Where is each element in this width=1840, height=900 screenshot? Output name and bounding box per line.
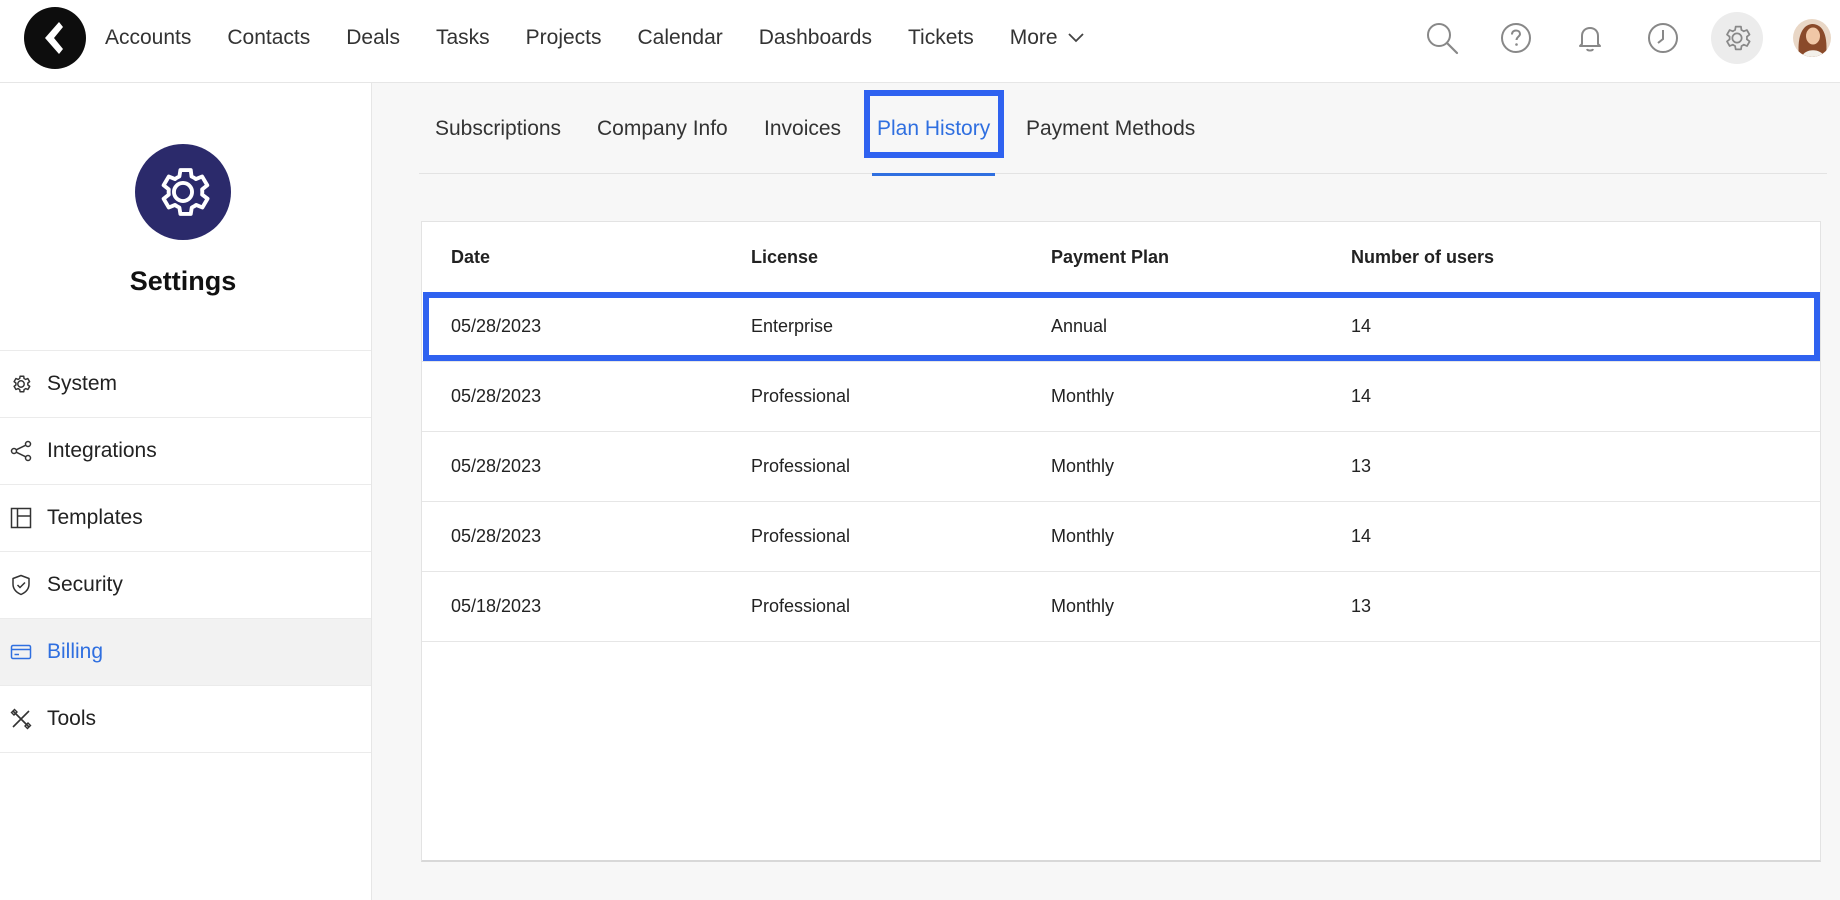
- nav-tasks[interactable]: Tasks: [436, 26, 490, 50]
- gear-icon: [161, 168, 210, 216]
- sidebar-item-label: Tools: [47, 707, 97, 730]
- page-title: Settings: [129, 266, 237, 296]
- nav-projects[interactable]: Projects: [526, 26, 602, 50]
- cell-number-of-users: 14: [1351, 316, 1372, 336]
- cell-payment-plan: Annual: [1051, 316, 1108, 336]
- cell-payment-plan: Monthly: [1051, 386, 1115, 406]
- nav-accounts[interactable]: Accounts: [105, 26, 191, 50]
- table-row[interactable]: 05/28/2023 Professional Monthly 14: [422, 502, 1820, 572]
- cell-date: 05/28/2023: [451, 456, 542, 476]
- cell-payment-plan: Monthly: [1051, 596, 1115, 616]
- main-nav: Accounts Contacts Deals Tasks Projects C…: [105, 0, 1120, 76]
- tab-payment-methods[interactable]: Payment Methods: [1026, 84, 1195, 174]
- cell-license: Enterprise: [751, 316, 834, 336]
- column-header-license[interactable]: License: [751, 247, 818, 268]
- gear-icon: [10, 373, 32, 395]
- top-navigation-bar: Accounts Contacts Deals Tasks Projects C…: [0, 0, 1840, 83]
- settings-menu: System Integrations Templates Security B…: [0, 350, 371, 753]
- tab-plan-history[interactable]: Plan History: [871, 84, 996, 176]
- column-header-payment-plan[interactable]: Payment Plan: [1051, 247, 1169, 268]
- nav-more-label: More: [1009, 26, 1058, 49]
- nav-contacts[interactable]: Contacts: [227, 26, 310, 50]
- gear-icon[interactable]: [1711, 12, 1763, 64]
- sidebar-item-billing[interactable]: Billing: [0, 619, 371, 686]
- sidebar-item-system[interactable]: System: [0, 351, 371, 418]
- sidebar-item-integrations[interactable]: Integrations: [0, 418, 371, 485]
- cell-date: 05/28/2023: [451, 386, 542, 406]
- cell-date: 05/18/2023: [451, 596, 542, 616]
- logo-mark-icon: [45, 22, 63, 54]
- column-header-number-of-users[interactable]: Number of users: [1351, 247, 1494, 268]
- cell-number-of-users: 13: [1351, 456, 1372, 476]
- plan-history-table: Date License Payment Plan Number of user…: [421, 221, 1821, 862]
- nav-deals[interactable]: Deals: [346, 26, 400, 50]
- sidebar-item-label: Integrations: [47, 439, 157, 462]
- cell-license: Professional: [751, 386, 851, 406]
- cell-license: Professional: [751, 456, 851, 476]
- nav-more[interactable]: More: [1010, 26, 1084, 50]
- billing-tabs: Subscriptions Company Info Invoices Plan…: [419, 84, 1827, 176]
- template-icon: [10, 507, 32, 529]
- app-logo[interactable]: [24, 7, 86, 69]
- cell-license: Professional: [751, 526, 851, 546]
- cell-number-of-users: 14: [1351, 526, 1372, 546]
- cell-number-of-users: 14: [1351, 386, 1372, 406]
- cell-payment-plan: Monthly: [1051, 456, 1115, 476]
- shield-icon: [10, 574, 32, 596]
- nav-dashboards[interactable]: Dashboards: [759, 26, 872, 50]
- cell-payment-plan: Monthly: [1051, 526, 1115, 546]
- bell-icon[interactable]: [1565, 13, 1615, 63]
- sidebar-item-tools[interactable]: Tools: [0, 686, 371, 753]
- share-icon: [10, 440, 32, 462]
- table-row[interactable]: 05/18/2023 Professional Monthly 13: [422, 572, 1820, 642]
- table-header-row: Date License Payment Plan Number of user…: [422, 222, 1820, 292]
- cell-date: 05/28/2023: [451, 316, 542, 336]
- cell-license: Professional: [751, 596, 851, 616]
- sidebar-item-templates[interactable]: Templates: [0, 485, 371, 552]
- credit-card-icon: [10, 641, 32, 663]
- settings-sidebar: Settings System Integrations Templates S…: [0, 83, 372, 900]
- table-row[interactable]: 05/28/2023 Enterprise Annual 14: [422, 292, 1820, 362]
- tools-icon: [10, 708, 32, 730]
- search-icon[interactable]: [1417, 13, 1467, 63]
- table-row[interactable]: 05/28/2023 Professional Monthly 14: [422, 362, 1820, 432]
- table-row[interactable]: 05/28/2023 Professional Monthly 13: [422, 432, 1820, 502]
- avatar[interactable]: [1793, 19, 1831, 57]
- tab-company-info[interactable]: Company Info: [597, 84, 728, 174]
- sidebar-item-security[interactable]: Security: [0, 552, 371, 619]
- sidebar-item-label: Templates: [47, 506, 143, 529]
- nav-tickets[interactable]: Tickets: [908, 26, 974, 50]
- cell-date: 05/28/2023: [451, 526, 542, 546]
- chevron-down-icon: [1067, 33, 1084, 43]
- column-header-date[interactable]: Date: [451, 247, 490, 268]
- cell-number-of-users: 13: [1351, 596, 1372, 616]
- nav-calendar[interactable]: Calendar: [638, 26, 723, 50]
- clock-icon[interactable]: [1638, 13, 1688, 63]
- tab-subscriptions[interactable]: Subscriptions: [435, 84, 561, 174]
- tab-invoices[interactable]: Invoices: [764, 84, 841, 174]
- help-icon[interactable]: [1491, 13, 1541, 63]
- sidebar-item-label: Security: [47, 573, 123, 596]
- sidebar-item-label: System: [47, 372, 118, 395]
- settings-badge: [135, 144, 231, 240]
- sidebar-item-label: Billing: [47, 640, 104, 663]
